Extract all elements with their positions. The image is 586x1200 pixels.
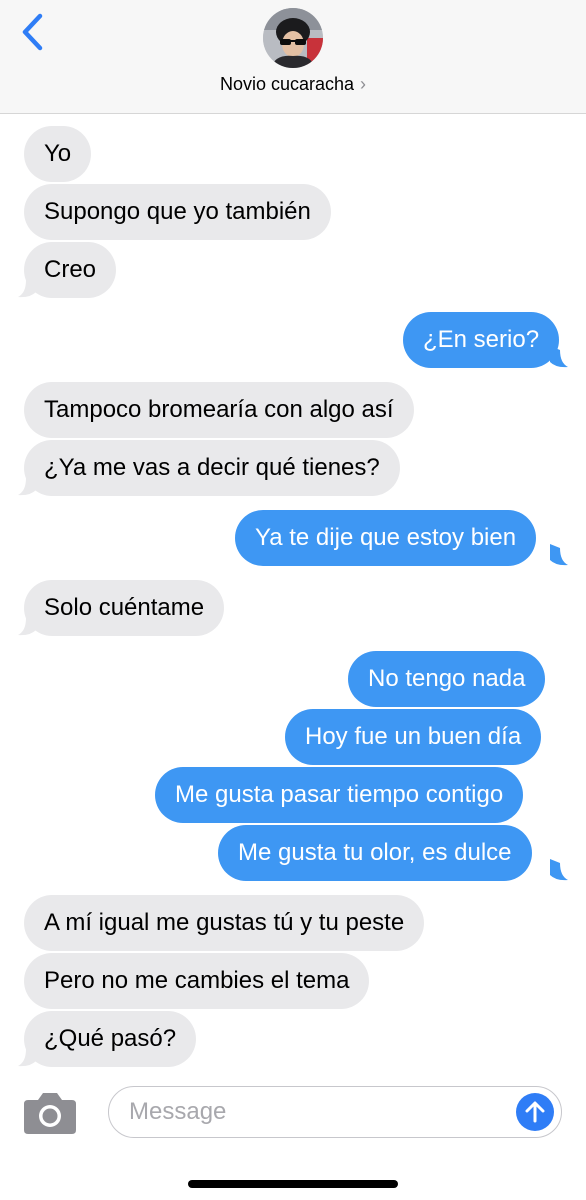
bubble-tail-incoming <box>18 276 36 298</box>
message-text: Tampoco bromearía con algo así <box>44 396 394 423</box>
contact-name-button[interactable]: Novio cucaracha › <box>0 74 586 95</box>
message-bubble-incoming[interactable]: A mí igual me gustas tú y tu peste <box>24 895 425 951</box>
bubble-tail-incoming <box>18 474 36 496</box>
chevron-right-icon: › <box>360 74 367 94</box>
message-bubble-incoming[interactable]: Yo <box>24 126 92 182</box>
avatar[interactable] <box>263 8 323 68</box>
send-arrow-icon <box>525 1101 545 1123</box>
message-text: Supongo que yo también <box>44 198 311 225</box>
message-text: No tengo nada <box>368 665 526 692</box>
message-text: Solo cuéntame <box>44 594 205 621</box>
contact-name: Novio cucaracha <box>219 74 355 94</box>
bubble-tail-outgoing <box>550 544 568 566</box>
message-text: ¿Ya me vas a decir qué tienes? <box>44 454 380 481</box>
message-text: Yo <box>44 140 72 167</box>
message-text: Pero no me cambies el tema <box>44 967 350 994</box>
message-text: A mí igual me gustas tú y tu peste <box>44 909 405 936</box>
chevron-left-icon <box>22 13 43 51</box>
message-text: Ya te dije que estoy bien <box>255 524 517 551</box>
message-bubble-outgoing[interactable]: Hoy fue un buen día <box>285 709 542 765</box>
bubble-tail-incoming <box>18 614 36 636</box>
bubble-tail-incoming <box>18 1045 36 1067</box>
home-indicator <box>188 1180 398 1188</box>
message-bubble-outgoing[interactable]: Me gusta pasar tiempo contigo <box>155 767 524 823</box>
message-bubble-outgoing[interactable]: Ya te dije que estoy bien <box>235 510 537 566</box>
back-button[interactable] <box>14 10 50 54</box>
send-button[interactable] <box>516 1093 554 1131</box>
bubble-tail-outgoing <box>550 859 568 881</box>
message-bubble-incoming[interactable]: ¿Ya me vas a decir qué tienes? <box>24 440 400 496</box>
bubble-tail-outgoing <box>550 346 568 368</box>
message-bubble-incoming[interactable]: ¿Qué pasó? <box>24 1011 197 1067</box>
message-bubble-outgoing[interactable]: Me gusta tu olor, es dulce <box>218 825 532 881</box>
message-bubble-incoming[interactable]: Solo cuéntame <box>24 580 225 636</box>
message-input[interactable] <box>129 1087 509 1136</box>
message-bubble-outgoing[interactable]: ¿En serio? <box>403 312 560 368</box>
message-bubble-outgoing[interactable]: No tengo nada <box>348 651 546 707</box>
message-bubble-incoming[interactable]: Pero no me cambies el tema <box>24 953 370 1009</box>
message-text: ¿Qué pasó? <box>44 1025 177 1052</box>
camera-button[interactable] <box>22 1090 78 1136</box>
message-text: Me gusta pasar tiempo contigo <box>175 781 504 808</box>
camera-icon <box>24 1093 76 1134</box>
message-bubble-incoming[interactable]: Tampoco bromearía con algo así <box>24 382 414 438</box>
message-text: ¿En serio? <box>423 326 540 353</box>
message-text: Me gusta tu olor, es dulce <box>238 839 512 866</box>
message-text: Creo <box>44 256 97 283</box>
message-composer <box>108 1086 562 1138</box>
message-bubble-incoming[interactable]: Supongo que yo también <box>24 184 331 240</box>
contact-photo <box>263 8 323 68</box>
message-text: Hoy fue un buen día <box>305 723 522 750</box>
message-thread[interactable]: Yo Supongo que yo también Creo ¿En serio… <box>0 114 586 1074</box>
conversation-header: Novio cucaracha › <box>0 0 586 114</box>
